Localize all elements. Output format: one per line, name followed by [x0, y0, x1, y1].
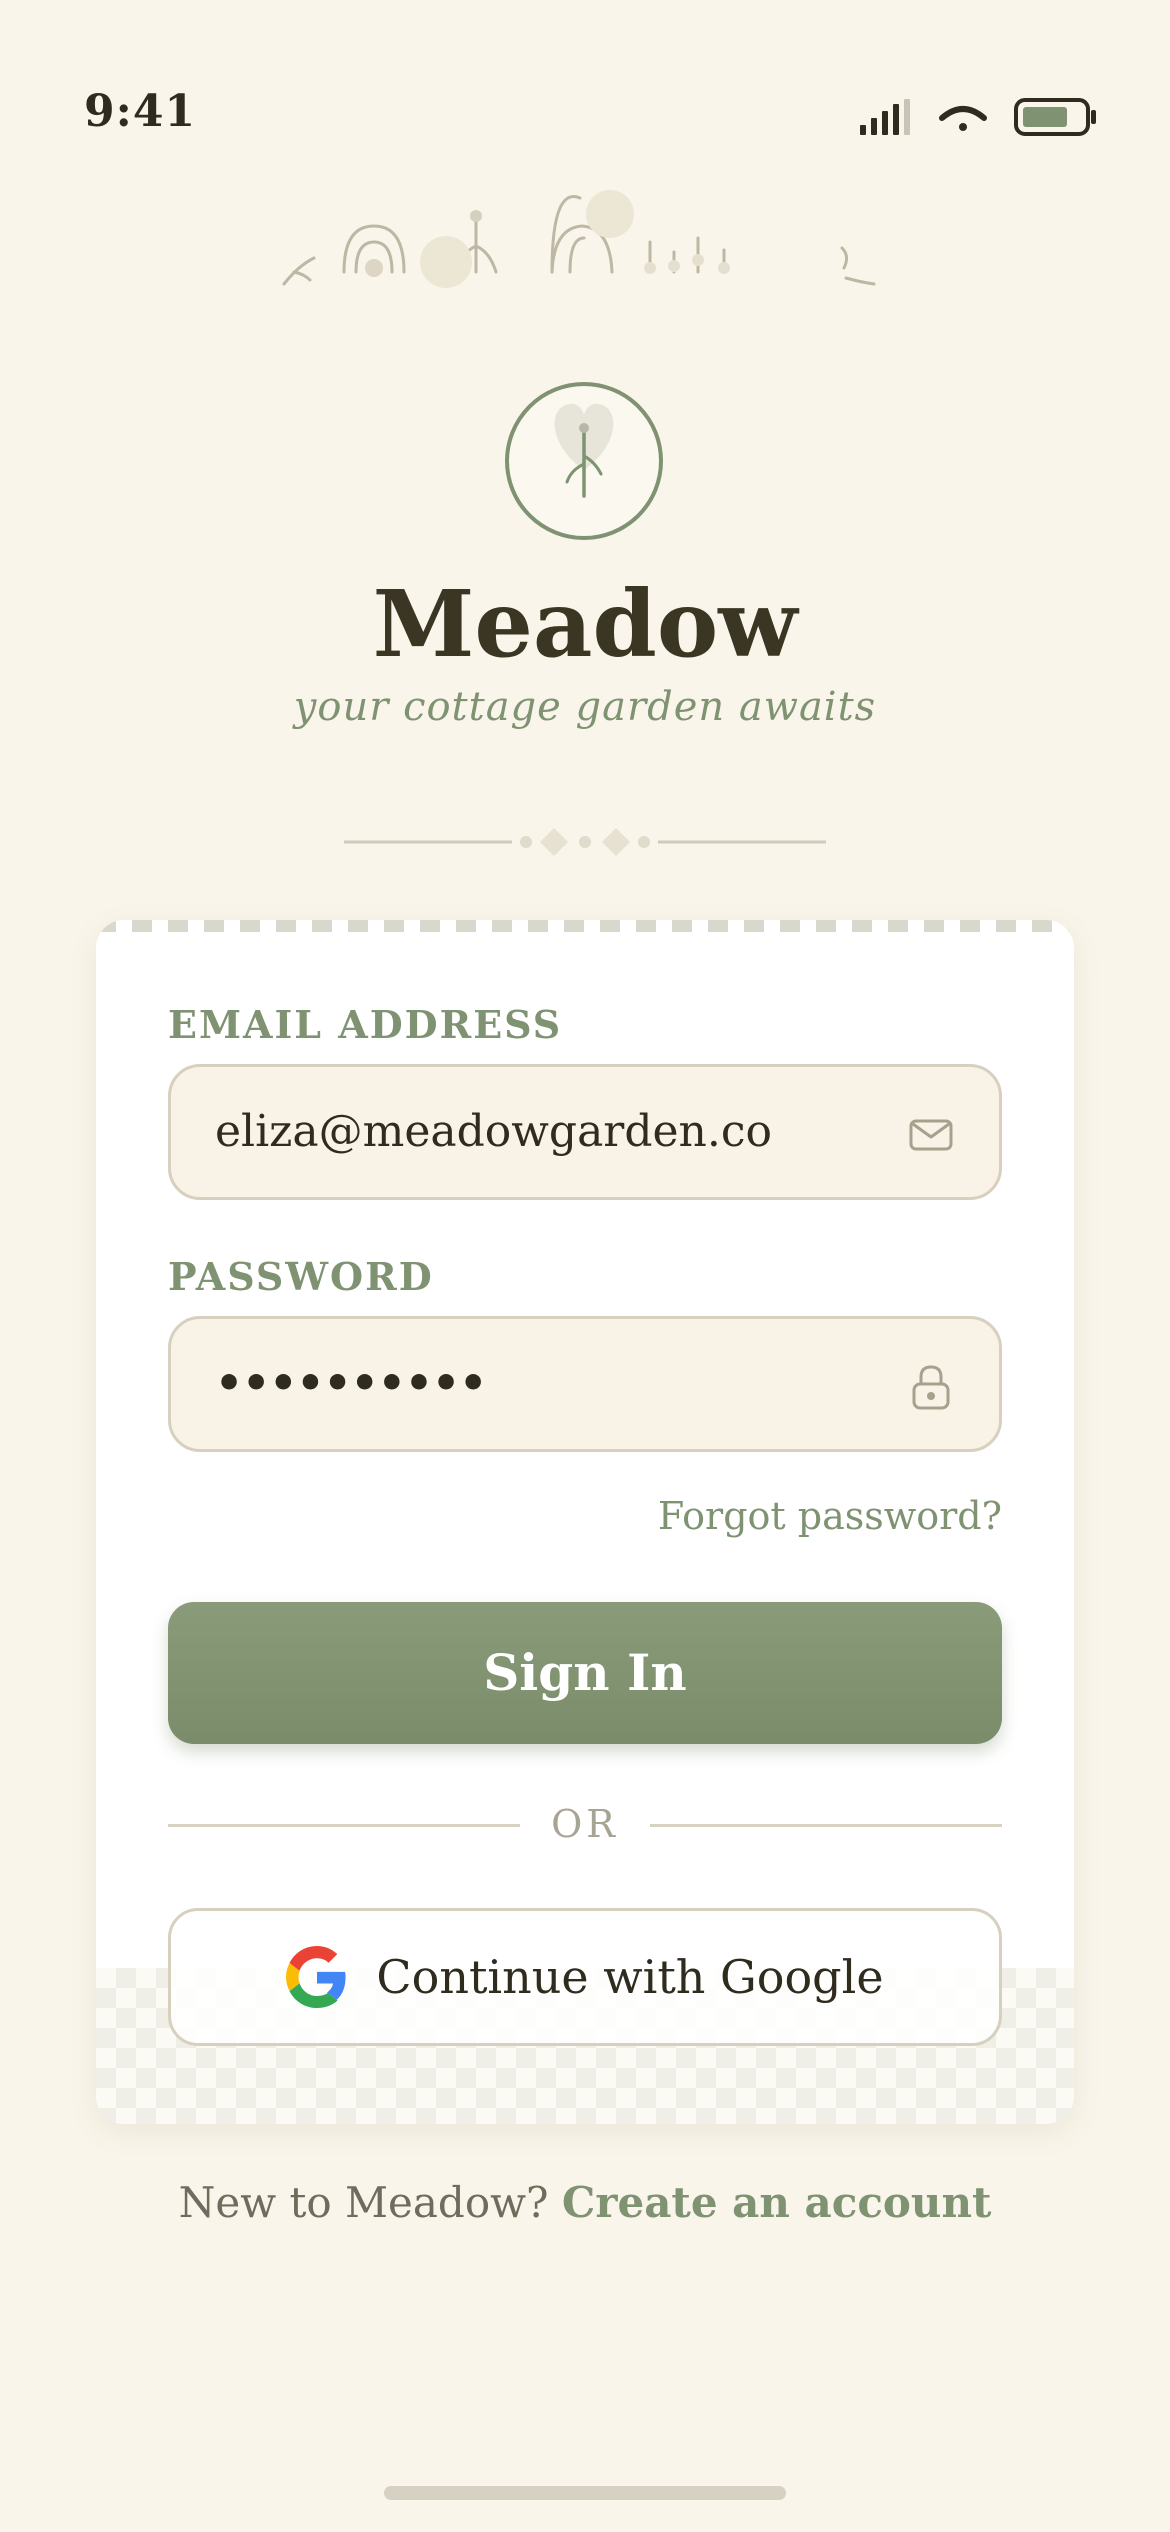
app-title: Meadow	[372, 570, 798, 678]
wifi-icon	[939, 106, 987, 131]
or-divider-right	[650, 1824, 1002, 1827]
card-stripe	[96, 920, 1074, 932]
email-field[interactable]: eliza@meadowgarden.co	[168, 1064, 1002, 1200]
mail-icon	[909, 1119, 953, 1151]
signup-prompt: New to Meadow? Create an account	[0, 2178, 1170, 2227]
home-indicator[interactable]	[384, 2486, 786, 2500]
ornament-divider	[344, 828, 826, 856]
sprout-heart-icon	[554, 403, 614, 498]
password-label: PASSWORD	[168, 1254, 434, 1299]
status-time: 9:41	[84, 86, 197, 137]
cellular-signal-icon	[860, 99, 910, 135]
lock-icon	[912, 1365, 950, 1410]
google-sign-in-button[interactable]: Continue with Google	[168, 1908, 1002, 2046]
app-tagline: your cottage garden awaits	[293, 684, 877, 730]
email-label: EMAIL ADDRESS	[168, 1002, 563, 1047]
app-logo	[505, 382, 663, 540]
signup-prompt-text: New to Meadow?	[178, 2178, 562, 2227]
password-field[interactable]: ••••••••••	[168, 1316, 1002, 1452]
password-value[interactable]: ••••••••••	[215, 1319, 487, 1449]
garden-illustration	[282, 190, 876, 288]
sign-in-button[interactable]: Sign In	[168, 1602, 1002, 1744]
email-value[interactable]: eliza@meadowgarden.co	[215, 1067, 772, 1197]
sign-in-card: EMAIL ADDRESS eliza@meadowgarden.co PASS…	[96, 920, 1074, 2124]
battery-icon	[1014, 98, 1096, 136]
create-account-link[interactable]: Create an account	[562, 2178, 991, 2227]
google-button-label: Continue with Google	[376, 1950, 884, 2004]
status-icons	[860, 98, 1098, 136]
forgot-password-link[interactable]: Forgot password?	[658, 1494, 1002, 1538]
google-icon	[286, 1946, 346, 2008]
